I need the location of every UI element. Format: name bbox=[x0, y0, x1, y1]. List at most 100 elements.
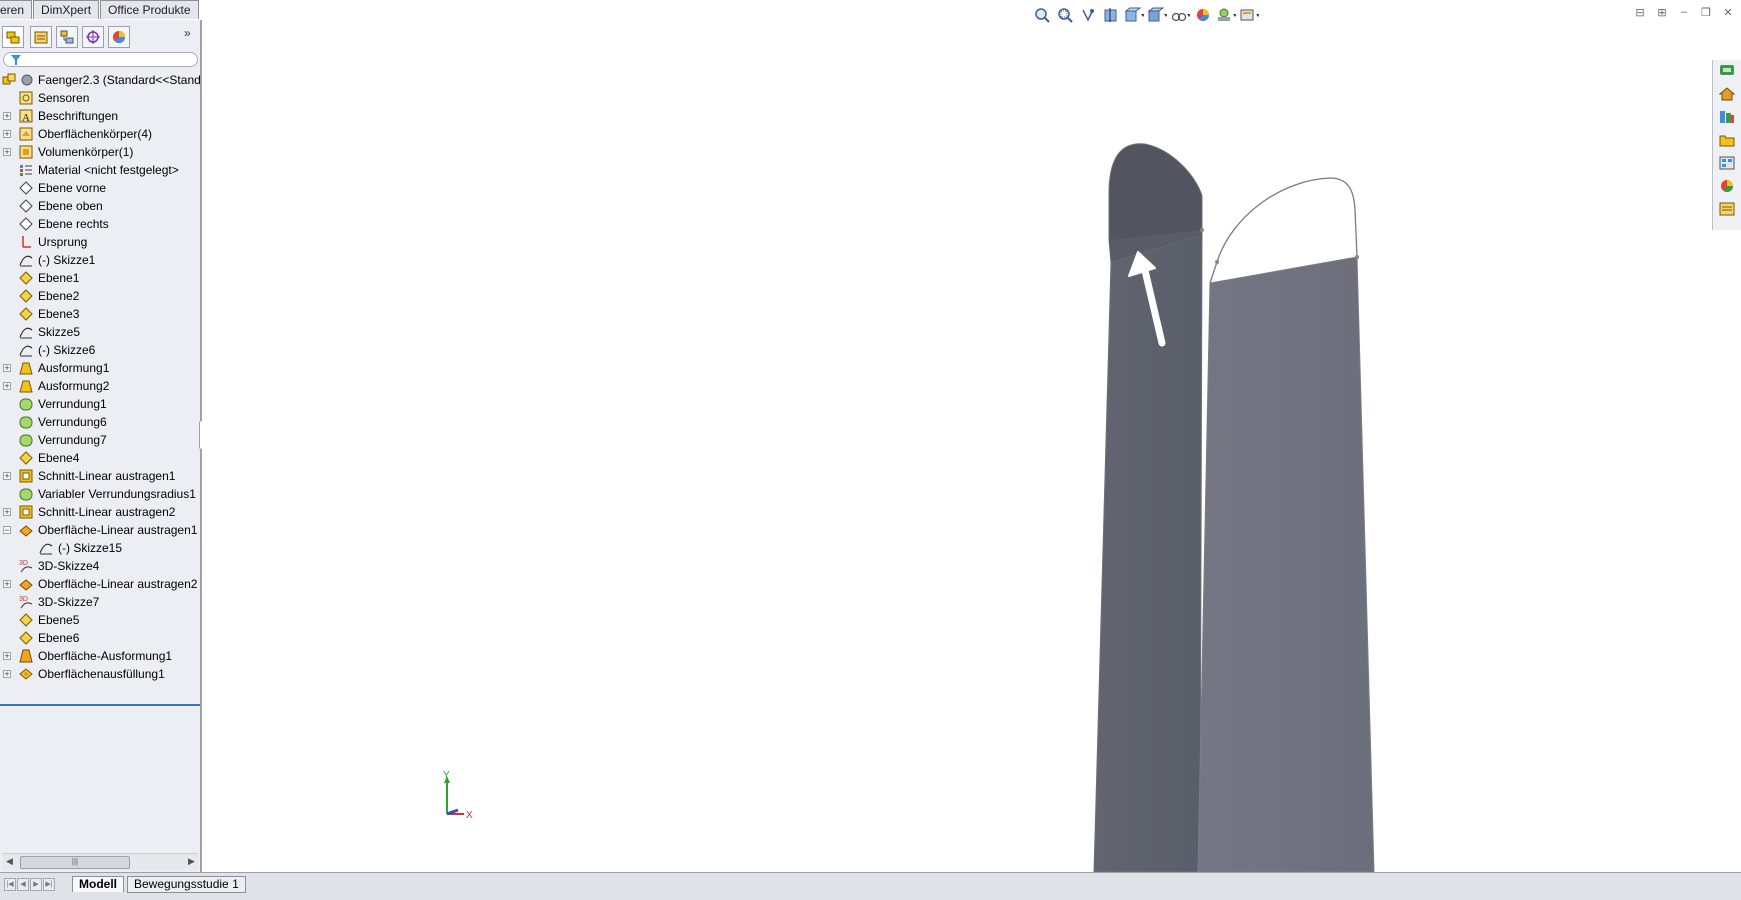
solid-bodies-icon bbox=[19, 145, 33, 159]
model-render[interactable] bbox=[202, 0, 1741, 872]
tree-item[interactable]: Variabler Verrundungsradius1 bbox=[0, 485, 200, 503]
tree-item[interactable]: 3D 3D-Skizze4 bbox=[0, 557, 200, 575]
tab-motion-study[interactable]: Bewegungsstudie 1 bbox=[127, 876, 246, 893]
sketch-icon bbox=[19, 345, 33, 357]
surface-bodies-icon bbox=[19, 127, 33, 141]
part-icon bbox=[2, 73, 16, 85]
tree-item[interactable]: 3D 3D-Skizze7 bbox=[0, 593, 200, 611]
tree-item[interactable]: Ebene1 bbox=[0, 269, 200, 287]
view-palette-icon[interactable] bbox=[1718, 154, 1736, 172]
custom-properties-icon[interactable] bbox=[1718, 200, 1736, 218]
prev-tab-icon[interactable]: ◀ bbox=[17, 878, 29, 891]
tree-item-label: Oberfläche-Linear austragen1 bbox=[38, 523, 198, 537]
tree-item[interactable]: (-) Skizze1 bbox=[0, 251, 200, 269]
tree-item-label: Oberfläche-Linear austragen2 bbox=[38, 577, 198, 591]
expand-icon[interactable]: + bbox=[3, 382, 11, 391]
display-manager-tab[interactable] bbox=[108, 26, 130, 48]
3d-sketch-icon: 3D bbox=[19, 596, 33, 609]
tree-item[interactable]: (-) Skizze15 bbox=[0, 539, 200, 557]
tree-item[interactable]: Ebene rechts bbox=[0, 215, 200, 233]
tree-horizontal-scrollbar[interactable]: ◀ ||| ▶ bbox=[2, 853, 198, 870]
tree-item[interactable]: Verrundung7 bbox=[0, 431, 200, 449]
tree-item[interactable]: Ursprung bbox=[0, 233, 200, 251]
tree-item[interactable]: Ebene4 bbox=[0, 449, 200, 467]
file-explorer-icon[interactable] bbox=[1718, 131, 1736, 149]
tree-item-label: Verrundung7 bbox=[38, 433, 107, 447]
tree-item-label: (-) Skizze6 bbox=[38, 343, 96, 357]
expand-icon[interactable]: + bbox=[3, 508, 11, 517]
tree-item[interactable]: − Oberfläche-Linear austragen1 bbox=[0, 521, 200, 539]
tab-features[interactable]: eren bbox=[0, 0, 33, 19]
tree-item[interactable]: Ebene2 bbox=[0, 287, 200, 305]
tree-item[interactable]: + Schnitt-Linear austragen2 bbox=[0, 503, 200, 521]
tree-item[interactable]: + Oberflächenausfüllung1 bbox=[0, 665, 200, 683]
first-tab-icon[interactable]: |◀ bbox=[4, 878, 16, 891]
tree-item-label: Ebene2 bbox=[38, 289, 80, 303]
tree-item-label: Ausformung1 bbox=[38, 361, 110, 375]
right-body-surface[interactable] bbox=[1197, 256, 1375, 872]
expand-panel-icon[interactable]: » bbox=[184, 26, 198, 40]
expand-icon[interactable]: + bbox=[3, 670, 11, 679]
expand-icon[interactable]: + bbox=[3, 130, 11, 139]
tree-item-label: (-) Skizze1 bbox=[38, 253, 96, 267]
graphics-viewport[interactable]: ⊟ ⊞ – ❐ ✕ Y X bbox=[202, 0, 1741, 872]
design-library-icon[interactable] bbox=[1718, 108, 1736, 126]
scroll-left-icon[interactable]: ◀ bbox=[6, 856, 13, 867]
expand-icon[interactable]: + bbox=[3, 580, 11, 589]
tree-item[interactable]: Verrundung6 bbox=[0, 413, 200, 431]
fillet-icon bbox=[19, 416, 33, 429]
surface-extrude-icon bbox=[19, 525, 33, 537]
expand-icon[interactable]: + bbox=[3, 472, 11, 481]
fillet-icon bbox=[19, 434, 33, 447]
dimxpert-manager-tab[interactable] bbox=[82, 26, 104, 48]
property-manager-tab[interactable] bbox=[30, 26, 52, 48]
left-body-surface[interactable] bbox=[1093, 234, 1203, 872]
expand-icon[interactable]: + bbox=[3, 364, 11, 373]
tree-item[interactable]: Ebene6 bbox=[0, 629, 200, 647]
tree-item-label: Material <nicht festgelegt> bbox=[38, 163, 179, 177]
tree-item[interactable]: + Oberfläche-Ausformung1 bbox=[0, 647, 200, 665]
tree-item[interactable]: Ebene3 bbox=[0, 305, 200, 323]
tree-item[interactable]: Skizze5 bbox=[0, 323, 200, 341]
display-state-icon bbox=[21, 74, 33, 86]
tree-item[interactable]: Verrundung1 bbox=[0, 395, 200, 413]
tree-item[interactable]: Ebene5 bbox=[0, 611, 200, 629]
tab-office-products[interactable]: Office Produkte bbox=[100, 0, 199, 19]
tree-item[interactable]: + Volumenkörper(1) bbox=[0, 143, 200, 161]
tree-item[interactable]: Sensoren bbox=[0, 89, 200, 107]
tab-dimxpert[interactable]: DimXpert bbox=[33, 0, 100, 19]
scrollbar-thumb[interactable]: ||| bbox=[20, 856, 130, 869]
collapse-icon[interactable]: − bbox=[3, 526, 11, 535]
tree-item-label: Ursprung bbox=[38, 235, 88, 249]
tree-item[interactable]: Material <nicht festgelegt> bbox=[0, 161, 200, 179]
tree-item[interactable]: + Ausformung1 bbox=[0, 359, 200, 377]
tree-item[interactable]: + Schnitt-Linear austragen1 bbox=[0, 467, 200, 485]
tree-item[interactable]: (-) Skizze6 bbox=[0, 341, 200, 359]
expand-icon[interactable]: + bbox=[3, 112, 11, 121]
ref-plane-icon bbox=[19, 613, 33, 627]
3d-sketch-icon: 3D bbox=[19, 560, 33, 573]
tree-item[interactable]: Ebene oben bbox=[0, 197, 200, 215]
feature-tree-tab[interactable] bbox=[2, 26, 24, 48]
home-icon[interactable] bbox=[1718, 85, 1736, 103]
appearances-icon[interactable] bbox=[1718, 177, 1736, 195]
tree-item[interactable]: + Oberfläche-Linear austragen2 bbox=[0, 575, 200, 593]
configuration-manager-tab[interactable] bbox=[56, 26, 78, 48]
expand-icon[interactable]: + bbox=[3, 148, 11, 157]
tree-item[interactable]: + Oberflächenkörper(4) bbox=[0, 125, 200, 143]
tree-item-label: Schnitt-Linear austragen2 bbox=[38, 505, 176, 519]
scroll-right-icon[interactable]: ▶ bbox=[188, 856, 195, 867]
tree-filter-input[interactable] bbox=[3, 52, 198, 67]
expand-icon[interactable]: + bbox=[3, 652, 11, 661]
filter-icon bbox=[11, 55, 21, 65]
tree-item[interactable]: Ebene vorne bbox=[0, 179, 200, 197]
next-tab-icon[interactable]: ▶ bbox=[30, 878, 42, 891]
solidworks-resources-icon[interactable] bbox=[1718, 62, 1736, 80]
last-tab-icon[interactable]: ▶| bbox=[43, 878, 55, 891]
tree-item-label: Volumenkörper(1) bbox=[38, 145, 134, 159]
tab-model[interactable]: Modell bbox=[72, 876, 124, 892]
tree-item[interactable]: + A Beschriftungen bbox=[0, 107, 200, 125]
tree-root[interactable]: Faenger2.3 (Standard<<Standa bbox=[0, 71, 200, 89]
sensor-icon bbox=[19, 91, 33, 105]
tree-item[interactable]: + Ausformung2 bbox=[0, 377, 200, 395]
